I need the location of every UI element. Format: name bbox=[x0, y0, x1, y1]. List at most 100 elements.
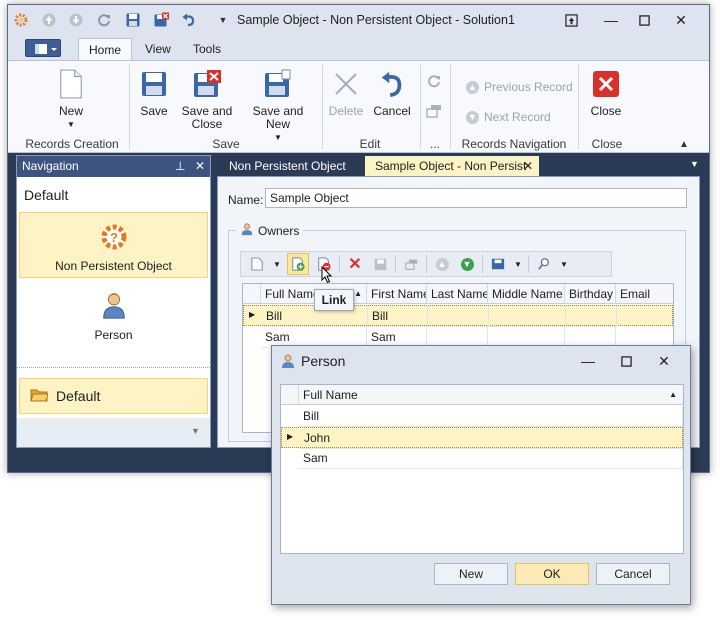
maximize-button[interactable] bbox=[630, 8, 658, 32]
tab-home[interactable]: Home bbox=[78, 38, 133, 60]
next-object-icon[interactable]: ▼ bbox=[457, 254, 477, 274]
column-header-first-name[interactable]: First Name bbox=[367, 284, 427, 304]
open-object-icon[interactable] bbox=[426, 103, 444, 121]
previous-record-qat-icon[interactable] bbox=[40, 11, 58, 29]
pin-icon[interactable]: ⊥ bbox=[175, 156, 185, 177]
tab-view[interactable]: View bbox=[135, 38, 181, 60]
minimize-button[interactable]: — bbox=[597, 8, 625, 32]
dialog-title: Person bbox=[301, 353, 346, 369]
grid-indicator-header bbox=[281, 385, 299, 405]
close-red-x-icon bbox=[590, 67, 622, 101]
document-tabs: Non Persistent Object Sample Object - No… bbox=[217, 155, 709, 176]
mouse-cursor-icon bbox=[321, 265, 335, 286]
navigation-options-icon[interactable]: ▼ bbox=[191, 426, 200, 436]
delete-icon[interactable]: ✕ bbox=[345, 254, 365, 274]
group-label-more: ... bbox=[429, 137, 440, 151]
table-cell[interactable]: Bill bbox=[368, 306, 428, 327]
save-and-new-button[interactable]: Save and New ▼ bbox=[240, 67, 316, 144]
doc-tab-non-persistent-object[interactable]: Non Persistent Object bbox=[219, 156, 356, 176]
new-button[interactable]: New ▼ bbox=[46, 67, 96, 131]
nav-item-non-persistent-object[interactable]: ? Non Persistent Object bbox=[19, 212, 208, 278]
app-gear-icon[interactable] bbox=[12, 11, 30, 29]
previous-object-icon[interactable]: ▲ bbox=[432, 254, 452, 274]
dialog-minimize-button[interactable]: — bbox=[574, 349, 602, 373]
navigation-title: Navigation bbox=[22, 159, 79, 173]
close-button[interactable]: Close bbox=[586, 67, 626, 118]
person-lookup-dialog: Person — ✕ Full Name ▲ Bill ▶ John Sam N… bbox=[271, 345, 691, 605]
nav-item-person[interactable]: Person bbox=[19, 286, 208, 346]
link-button[interactable] bbox=[287, 253, 309, 275]
new-dropdown-arrow-icon[interactable]: ▼ bbox=[67, 118, 75, 131]
save-button[interactable]: Save bbox=[136, 67, 172, 118]
list-item[interactable]: ▶ John bbox=[281, 427, 683, 449]
close-tab-icon[interactable]: ✕ bbox=[523, 156, 533, 176]
name-field[interactable]: Sample Object bbox=[265, 188, 687, 208]
refresh-qat-icon[interactable] bbox=[95, 11, 113, 29]
undo-qat-icon[interactable] bbox=[180, 11, 198, 29]
open-object-icon[interactable] bbox=[401, 254, 421, 274]
doc-tab-sample-object[interactable]: Sample Object - Non Persist ✕ bbox=[365, 156, 539, 176]
dialog-maximize-button[interactable] bbox=[612, 349, 640, 373]
previous-record-label: Previous Record bbox=[484, 80, 573, 94]
nav-group-label: Default bbox=[56, 388, 101, 404]
refresh-icon[interactable] bbox=[426, 73, 444, 91]
person-small-icon bbox=[280, 353, 296, 372]
column-header-birthday[interactable]: Birthday bbox=[565, 284, 616, 304]
export-dropdown-icon[interactable]: ▼ bbox=[513, 254, 523, 274]
close-panel-icon[interactable]: ✕ bbox=[195, 156, 205, 177]
delete-button[interactable]: Delete bbox=[328, 67, 364, 118]
group-label-close: Close bbox=[591, 137, 623, 151]
column-header-middle-name[interactable]: Middle Name bbox=[488, 284, 565, 304]
toolbar-separator bbox=[482, 255, 483, 273]
next-record-qat-icon[interactable] bbox=[67, 11, 85, 29]
link-tooltip: Link bbox=[314, 289, 354, 311]
export-icon[interactable] bbox=[488, 254, 508, 274]
customize-qat-dropdown-icon[interactable]: ▼ bbox=[214, 11, 232, 29]
previous-record-button[interactable]: ▲ Previous Record bbox=[466, 80, 573, 94]
dialog-close-button[interactable]: ✕ bbox=[650, 349, 678, 373]
tab-tools[interactable]: Tools bbox=[183, 38, 231, 60]
new-label: New bbox=[58, 104, 83, 118]
nav-group-default[interactable]: Default bbox=[19, 378, 208, 414]
column-header-last-name[interactable]: Last Name bbox=[427, 284, 488, 304]
navigation-header: Navigation ⊥ ✕ bbox=[17, 156, 210, 177]
next-record-button[interactable]: ▼ Next Record bbox=[466, 110, 551, 124]
pin-window-icon[interactable] bbox=[557, 8, 585, 32]
toolbar-separator bbox=[528, 255, 529, 273]
name-label: Name: bbox=[228, 193, 264, 207]
undo-arrow-icon bbox=[376, 67, 408, 101]
collapse-ribbon-icon[interactable]: ▲ bbox=[679, 139, 689, 150]
save-and-close-icon bbox=[191, 67, 223, 101]
new-button[interactable]: New bbox=[434, 563, 508, 585]
save-qat-icon[interactable] bbox=[124, 11, 142, 29]
group-separator bbox=[578, 65, 579, 149]
table-cell[interactable] bbox=[428, 306, 489, 327]
new-dropdown-icon[interactable]: ▼ bbox=[272, 254, 282, 274]
search-icon[interactable] bbox=[534, 254, 554, 274]
save-and-new-label: Save and New bbox=[252, 104, 304, 131]
grid-indicator-header bbox=[243, 284, 261, 304]
column-header-full-name[interactable]: Full Name ▲ bbox=[299, 385, 683, 405]
navigation-splitter[interactable] bbox=[17, 367, 210, 368]
new-object-icon[interactable] bbox=[247, 254, 267, 274]
column-header-email[interactable]: Email bbox=[616, 284, 673, 304]
save-disabled-icon[interactable] bbox=[370, 254, 390, 274]
toolbar-separator bbox=[426, 255, 427, 273]
folder-icon bbox=[30, 387, 49, 406]
save-and-close-button[interactable]: Save and Close bbox=[180, 67, 234, 131]
table-cell[interactable] bbox=[489, 306, 566, 327]
tabs-dropdown-icon[interactable]: ▼ bbox=[690, 159, 699, 169]
application-menu-button[interactable] bbox=[25, 39, 61, 57]
table-cell[interactable] bbox=[566, 306, 617, 327]
table-row[interactable]: ▶ Bill Bill bbox=[243, 305, 673, 327]
save-and-close-qat-icon[interactable] bbox=[152, 11, 170, 29]
list-item[interactable]: Bill bbox=[281, 406, 683, 427]
list-item[interactable]: Sam bbox=[281, 448, 683, 469]
cancel-button[interactable]: Cancel bbox=[372, 67, 412, 118]
save-floppy-icon bbox=[138, 67, 170, 101]
next-record-label: Next Record bbox=[484, 110, 551, 124]
search-dropdown-icon[interactable]: ▼ bbox=[559, 254, 569, 274]
cancel-button[interactable]: Cancel bbox=[596, 563, 670, 585]
ok-button[interactable]: OK bbox=[515, 563, 589, 585]
close-window-button[interactable]: ✕ bbox=[667, 8, 695, 32]
